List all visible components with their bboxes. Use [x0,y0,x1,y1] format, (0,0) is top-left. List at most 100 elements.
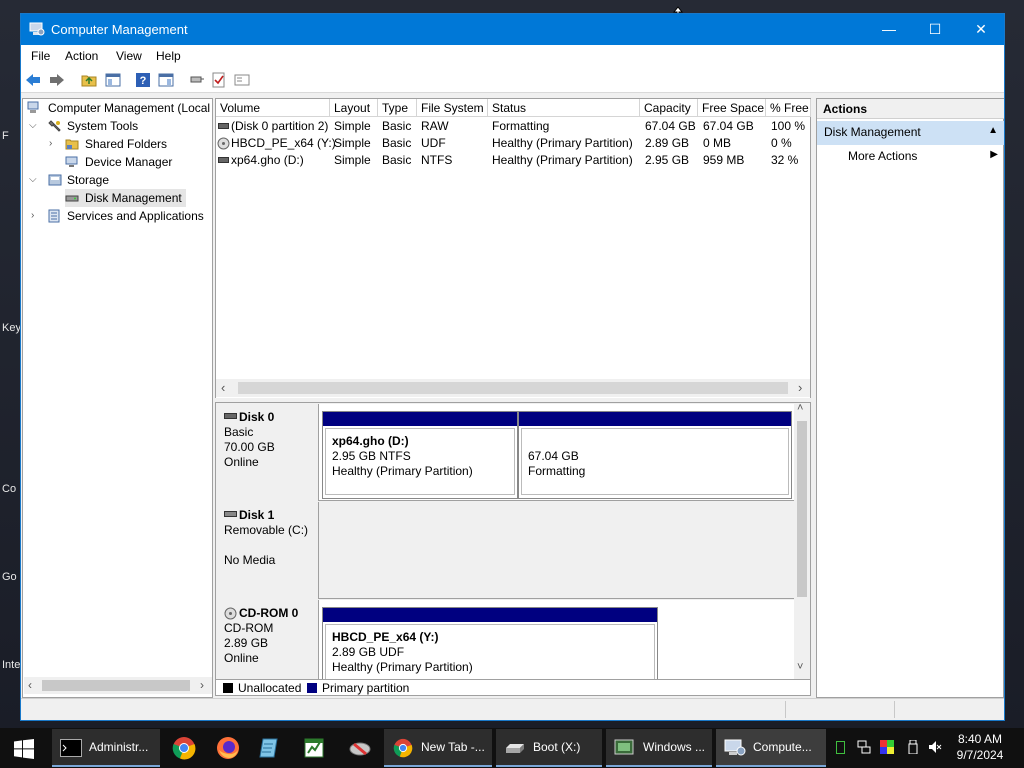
cell-free-space: 67.04 GB [703,119,754,133]
chevron-right-icon[interactable]: › [31,207,34,225]
volume-muted-icon[interactable] [928,740,942,754]
desktop-label: Key [2,322,21,334]
cell-capacity: 2.95 GB [645,153,690,167]
tree-item-shared-folders[interactable]: › Shared Folders [27,135,167,153]
connect-icon[interactable] [189,72,205,88]
table-row[interactable]: HBCD_PE_x64 (Y:) Simple Basic UDF Health… [216,135,810,152]
back-arrow-icon[interactable] [25,72,41,88]
cell-volume: xp64.gho (D:) [231,153,304,167]
tree-item-computer-management[interactable]: Computer Management (Local [27,99,210,117]
col-file-system[interactable]: File System [417,99,488,117]
disk-label[interactable]: Disk 0 Basic 70.00 GB Online [216,404,319,501]
windows-start-icon[interactable] [14,739,34,759]
disk-label[interactable]: Disk 1 Removable (C:) No Media [216,502,319,599]
list-view-icon[interactable] [234,72,250,88]
network-icon[interactable] [857,740,871,754]
firefox-icon[interactable] [216,736,240,760]
tree-horizontal-scrollbar[interactable]: ‹ › [24,677,212,694]
scroll-thumb[interactable] [797,421,807,597]
menu-help[interactable]: Help [156,49,181,63]
scroll-right-icon[interactable]: › [798,380,802,395]
chevron-right-icon[interactable]: › [49,135,52,153]
table-row[interactable]: (Disk 0 partition 2) Simple Basic RAW Fo… [216,118,810,135]
partition-d[interactable]: xp64.gho (D:) 2.95 GB NTFS Healthy (Prim… [322,411,518,499]
clock[interactable]: 8:40 AM 9/7/2024 [948,731,1012,763]
col-volume[interactable]: Volume [216,99,330,117]
partition-status: Healthy (Primary Partition) [332,660,473,674]
chevron-down-icon[interactable]: ⌵ [29,117,37,135]
list-horizontal-scrollbar[interactable]: ‹ › [216,379,810,397]
maximize-button[interactable]: ☐ [912,14,958,45]
taskbar-button-windows[interactable]: Windows ... [606,729,712,767]
cell-file-system: RAW [421,119,449,133]
taskbar-label: Windows ... [643,740,706,754]
notepad-icon[interactable] [258,736,282,760]
svg-text:?: ? [140,75,147,87]
disk-row[interactable]: Disk 0 Basic 70.00 GB Online xp64.gho (D… [216,404,794,501]
scroll-thumb[interactable] [42,680,190,691]
disk-row[interactable]: Disk 1 Removable (C:) No Media [216,502,794,599]
col-layout[interactable]: Layout [330,99,378,117]
scroll-left-icon[interactable]: ‹ [221,380,225,395]
taskbar-button-boot[interactable]: Boot (X:) [496,729,602,767]
services-icon [48,209,60,223]
disk-state: Online [224,651,259,665]
title-bar[interactable]: Computer Management — ☐ ✕ [21,14,1004,45]
check-icon[interactable] [211,72,227,88]
desktop-label: Go [2,571,17,583]
col-type[interactable]: Type [378,99,417,117]
col-capacity[interactable]: Capacity [640,99,698,117]
forward-arrow-icon[interactable] [49,72,65,88]
spreadsheet-icon[interactable] [302,736,326,760]
properties-pane-icon[interactable] [158,72,174,88]
scroll-right-icon[interactable]: › [200,678,204,692]
menu-action[interactable]: Action [65,49,98,63]
section-title: Disk Management [824,125,921,139]
menu-file[interactable]: File [31,49,50,63]
tree-item-services-applications[interactable]: › Services and Applications [27,207,204,225]
tree-item-system-tools[interactable]: ⌵ System Tools [27,117,138,135]
tree-item-storage[interactable]: ⌵ Storage [27,171,109,189]
col-percent-free[interactable]: % Free [766,99,811,117]
col-free-space[interactable]: Free Space [698,99,766,117]
color-app-icon[interactable] [880,740,894,754]
tree-item-device-manager[interactable]: Device Manager [27,153,172,171]
partition-size: 67.04 GB [528,449,579,463]
chrome-icon[interactable] [172,736,196,760]
up-folder-icon[interactable] [81,72,97,88]
more-actions[interactable]: More Actions ▶ [817,146,1004,168]
actions-section-disk-management[interactable]: Disk Management ▲ [817,121,1004,145]
tools-app-icon[interactable] [348,736,372,760]
cell-type: Basic [382,119,412,133]
disk-vertical-scrollbar[interactable]: ˄ ˅ [794,403,810,679]
scroll-up-icon[interactable]: ˄ [797,403,803,414]
cell-status: Healthy (Primary Partition) [492,136,633,150]
taskbar-button-chrome[interactable]: New Tab -... [384,729,492,767]
taskbar-button-cmd[interactable]: Administr... [52,729,160,767]
scroll-thumb[interactable] [238,382,788,394]
help-icon[interactable]: ? [135,72,151,88]
primary-partition-swatch [307,683,317,693]
col-status[interactable]: Status [488,99,640,117]
close-button[interactable]: ✕ [958,14,1004,45]
taskbar-button-computer-management[interactable]: Compute... [716,729,826,767]
chevron-down-icon[interactable]: ⌵ [29,171,37,189]
menu-view[interactable]: View [116,49,142,63]
partition-unformatted[interactable]: 67.04 GB Formatting [518,411,792,499]
show-hide-tree-icon[interactable] [105,72,121,88]
collapse-arrow-icon[interactable]: ▲ [988,125,998,136]
minimize-button[interactable]: — [866,14,912,45]
table-row[interactable]: xp64.gho (D:) Simple Basic NTFS Healthy … [216,152,810,169]
tray-green-icon[interactable] [836,741,845,754]
scroll-left-icon[interactable]: ‹ [28,678,32,692]
partition-title: HBCD_PE_x64 (Y:) [332,630,439,644]
cell-free-space: 959 MB [703,153,745,167]
volume-list: Volume Layout Type File System Status Ca… [215,98,811,398]
volume-icon [218,157,229,163]
cell-capacity: 2.89 GB [645,136,690,150]
cd-rom-icon [224,607,237,620]
cell-status: Formatting [492,119,550,133]
usb-drive-icon[interactable] [906,740,920,754]
tree-item-disk-management[interactable]: Disk Management [65,189,186,207]
scroll-down-icon[interactable]: ˅ [797,661,803,673]
